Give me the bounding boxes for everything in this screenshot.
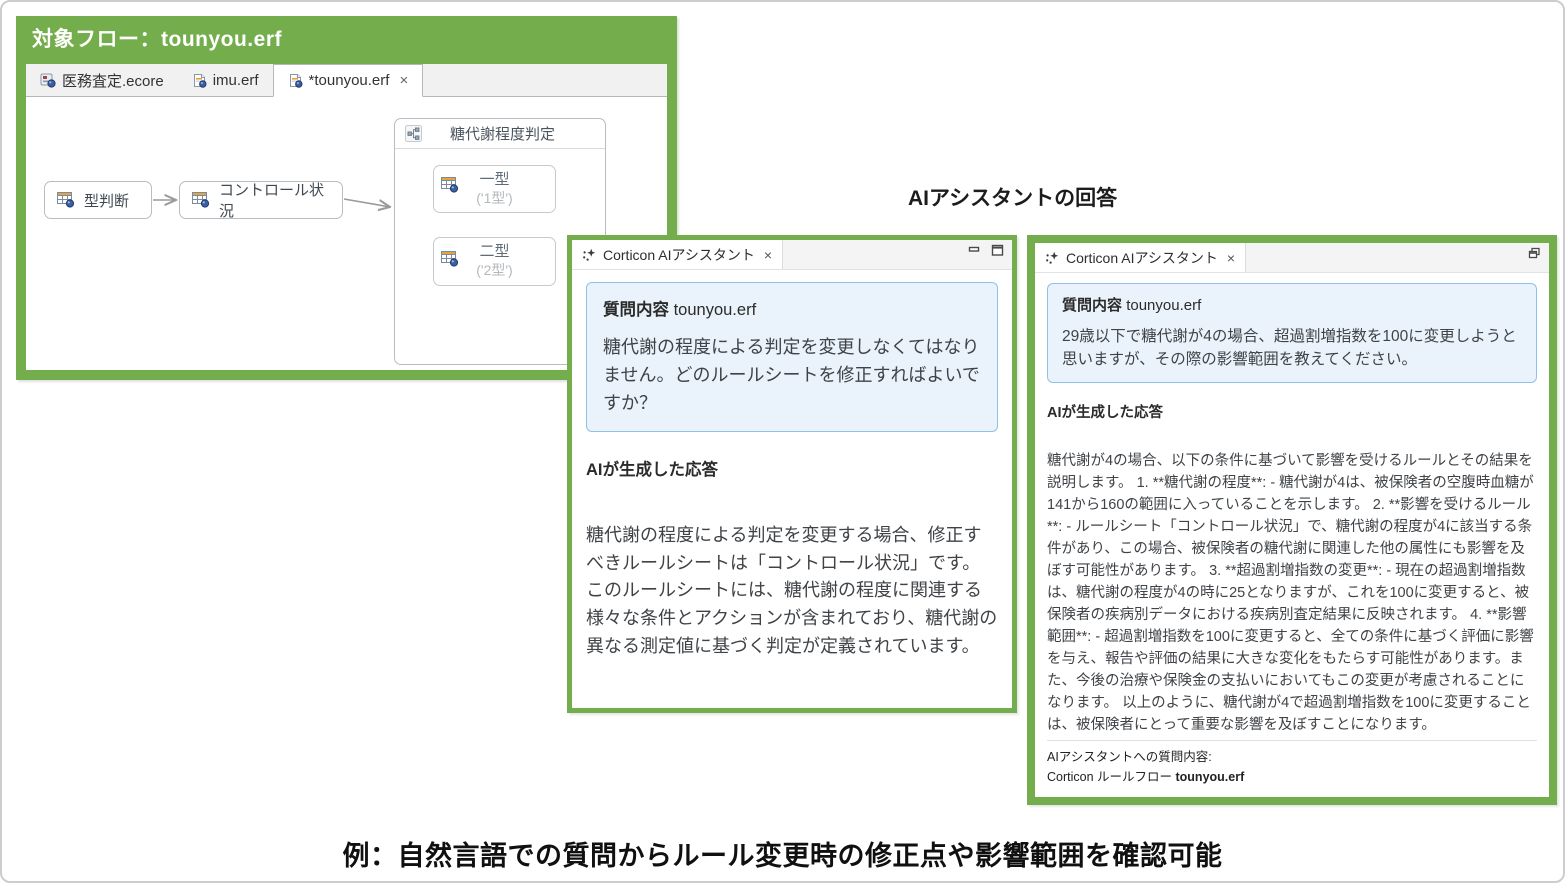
tab-ecore-file[interactable]: 医務査定.ecore — [26, 64, 178, 96]
tab-tounyou-erf[interactable]: *tounyou.erf × — [273, 64, 424, 97]
branch-container-title: 糖代謝程度判定 — [432, 123, 595, 144]
question-title: 質問内容 tounyou.erf — [603, 296, 981, 320]
tab-label: imu.erf — [213, 72, 259, 89]
answer-heading: AIが生成した応答 — [1047, 401, 1537, 422]
node-label: 一型 — [479, 171, 509, 190]
ruleflow-file-icon — [288, 73, 303, 88]
question-title: 質問内容 tounyou.erf — [1062, 294, 1522, 315]
window-buttons — [1528, 243, 1549, 272]
question-box: 質問内容 tounyou.erf 糖代謝の程度による判定を変更しなくてはなりませ… — [586, 282, 998, 432]
rulesheet-icon — [57, 192, 75, 208]
node-sublabel: ('1型') — [476, 190, 512, 208]
ai-assistant-panel-2: Corticon AIアシスタント × 質問内容 tounyou.erf 29歳… — [1027, 235, 1557, 805]
view-tab-label: Corticon AIアシスタント — [1066, 248, 1218, 268]
footer-target-prefix: Corticon ルールフロー — [1047, 770, 1176, 784]
close-icon[interactable]: × — [1227, 250, 1235, 266]
question-title-label: 質問内容 — [603, 301, 669, 319]
assistant-footer: AIアシスタントへの質問内容: Corticon ルールフロー tounyou.… — [1047, 740, 1537, 787]
view-tabstrip: Corticon AIアシスタント × — [1035, 243, 1549, 273]
ai-answers-heading: AIアシスタントの回答 — [908, 182, 1117, 212]
tab-corticon-ai-assistant[interactable]: Corticon AIアシスタント × — [1035, 243, 1246, 272]
question-file-name: tounyou.erf — [1126, 297, 1201, 314]
view-tab-label: Corticon AIアシスタント — [603, 245, 755, 265]
question-text: 29歳以下で糖代謝が4の場合、超過割増指数を100に変更しようと思いますが、その… — [1062, 325, 1522, 372]
tabstrip-spacer — [1246, 243, 1528, 272]
footer-target-file: tounyou.erf — [1176, 770, 1245, 784]
answer-text: 糖代謝が4の場合、以下の条件に基づいて影響を受けるルールとその結果を説明します。… — [1047, 450, 1537, 736]
ai-assistant-panel-1: Corticon AIアシスタント × 質問内容 tounyou.erf 糖代謝… — [567, 235, 1017, 713]
footer-target: Corticon ルールフロー tounyou.erf — [1047, 768, 1537, 787]
rulesheet-icon — [441, 251, 459, 267]
tab-label: *tounyou.erf — [309, 72, 390, 89]
question-title-label: 質問内容 — [1062, 297, 1122, 314]
rulesheet-icon — [441, 177, 459, 193]
answer-text: 糖代謝の程度による判定を変更する場合、修正すべきルールシートは「コントロール状況… — [586, 522, 998, 661]
rulesheet-icon — [192, 192, 210, 208]
maximize-icon[interactable] — [991, 244, 1004, 256]
editor-tabbar: 医務査定.ecore imu.erf *tounyou.erf × — [26, 64, 667, 97]
flow-panel-title: 対象フロー：tounyou.erf — [16, 16, 677, 64]
view-tabstrip: Corticon AIアシスタント × — [572, 240, 1012, 270]
restore-icon[interactable] — [1528, 247, 1541, 259]
tab-close-icon[interactable]: × — [399, 72, 408, 89]
node-label: コントロール状況 — [219, 179, 330, 221]
tab-imu-erf[interactable]: imu.erf — [178, 64, 273, 96]
branch-container-header: 糖代謝程度判定 — [395, 119, 605, 149]
ecore-model-icon — [40, 73, 56, 88]
sparkle-icon — [582, 248, 596, 262]
tabstrip-spacer — [783, 240, 968, 269]
question-file-name: tounyou.erf — [674, 301, 757, 319]
minimize-icon[interactable] — [968, 244, 981, 255]
question-box: 質問内容 tounyou.erf 29歳以下で糖代謝が4の場合、超過割増指数を1… — [1047, 283, 1537, 383]
assistant-panel-body: 質問内容 tounyou.erf 29歳以下で糖代謝が4の場合、超過割増指数を1… — [1035, 273, 1549, 797]
branch-icon — [405, 125, 422, 142]
window-buttons — [968, 240, 1012, 269]
answer-heading: AIが生成した応答 — [586, 456, 998, 480]
node-label: 二型 — [479, 243, 509, 262]
assistant-panel-body: 質問内容 tounyou.erf 糖代謝の程度による判定を変更しなくてはなりませ… — [572, 270, 1012, 708]
example-caption: 例：自然言語での質問からルール変更時の修正点や影響範囲を確認可能 — [2, 834, 1563, 873]
rulesheet-node-katahandan[interactable]: 型判断 — [44, 181, 152, 219]
screenshot-frame: 対象フロー：tounyou.erf 医務査定.ecore imu.erf — [0, 0, 1565, 883]
node-sublabel: ('2型') — [476, 262, 512, 280]
node-label: 型判断 — [84, 190, 129, 211]
question-text: 糖代謝の程度による判定を変更しなくてはなりません。どのルールシートを修正すればよ… — [603, 334, 981, 418]
tab-corticon-ai-assistant[interactable]: Corticon AIアシスタント × — [572, 240, 783, 269]
rulesheet-node-control-joukyou[interactable]: コントロール状況 — [179, 181, 343, 219]
sparkle-icon — [1045, 251, 1059, 265]
ruleflow-file-icon — [192, 73, 207, 88]
footer-question-label: AIアシスタントへの質問内容: — [1047, 748, 1537, 767]
tab-label: 医務査定.ecore — [62, 70, 164, 91]
close-icon[interactable]: × — [764, 247, 772, 263]
